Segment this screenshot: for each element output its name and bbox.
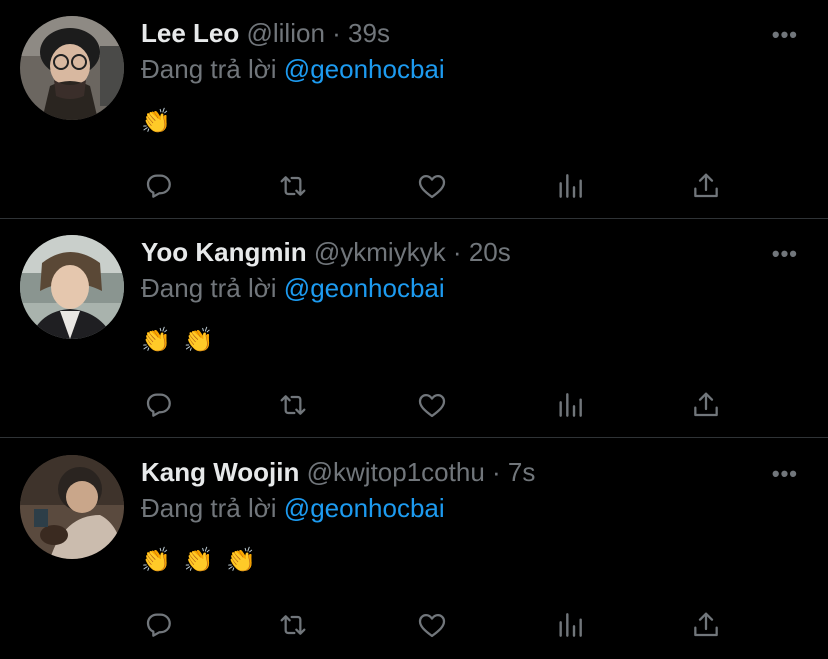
retweet-icon[interactable] xyxy=(277,170,309,202)
display-name[interactable]: Kang Woojin xyxy=(141,457,299,487)
avatar-photo xyxy=(20,455,124,559)
tweet-divider xyxy=(0,437,828,438)
tweet-text: 👏 xyxy=(141,107,177,137)
separator: · xyxy=(492,457,501,487)
replying-prefix: Đang trả lời xyxy=(141,273,277,303)
separator: · xyxy=(332,18,341,48)
timestamp[interactable]: 20s xyxy=(469,237,511,267)
clapping-hands-emoji: 👏 xyxy=(226,547,257,574)
handle[interactable]: @kwjtop1cothu xyxy=(307,457,485,487)
tweet[interactable]: Yoo Kangmin @ykmiykyk · 20s ••• Đang trả… xyxy=(0,219,828,439)
share-icon[interactable] xyxy=(690,389,722,421)
avatar-photo xyxy=(20,16,124,120)
clapping-hands-emoji: 👏 xyxy=(183,547,214,574)
avatar[interactable] xyxy=(20,235,124,339)
more-horizontal-icon[interactable]: ••• xyxy=(772,243,798,265)
tweet-header: Lee Leo @lilion · 39s xyxy=(141,17,390,49)
handle[interactable]: @lilion xyxy=(246,18,324,48)
display-name[interactable]: Yoo Kangmin xyxy=(141,237,307,267)
tweet-actions xyxy=(142,609,722,639)
display-name[interactable]: Lee Leo xyxy=(141,18,239,48)
reply-icon[interactable] xyxy=(142,389,174,421)
handle[interactable]: @ykmiykyk xyxy=(314,237,446,267)
retweet-icon[interactable] xyxy=(277,609,309,641)
heart-icon[interactable] xyxy=(416,389,448,421)
tweet[interactable]: Lee Leo @lilion · 39s ••• Đang trả lời @… xyxy=(0,0,828,220)
tweet-header: Yoo Kangmin @ykmiykyk · 20s xyxy=(141,236,511,268)
clapping-hands-emoji: 👏 xyxy=(141,547,171,574)
mention-link[interactable]: @geonhocbai xyxy=(284,493,445,523)
avatar[interactable] xyxy=(20,16,124,120)
avatar-photo xyxy=(20,235,124,339)
clapping-hands-emoji: 👏 xyxy=(183,327,214,354)
clapping-hands-emoji: 👏 xyxy=(141,327,171,354)
replying-to: Đang trả lời @geonhocbai xyxy=(141,272,445,304)
share-icon[interactable] xyxy=(690,609,722,641)
clapping-hands-emoji: 👏 xyxy=(141,108,171,135)
tweet-header: Kang Woojin @kwjtop1cothu · 7s xyxy=(141,456,535,488)
timestamp[interactable]: 39s xyxy=(348,18,390,48)
replying-prefix: Đang trả lời xyxy=(141,54,277,84)
replying-prefix: Đang trả lời xyxy=(141,493,277,523)
views-chart-icon[interactable] xyxy=(554,389,586,421)
tweet-text: 👏 👏 xyxy=(141,326,219,356)
views-chart-icon[interactable] xyxy=(554,170,586,202)
more-horizontal-icon[interactable]: ••• xyxy=(772,24,798,46)
tweet-actions xyxy=(142,389,722,419)
timestamp[interactable]: 7s xyxy=(508,457,535,487)
reply-icon[interactable] xyxy=(142,170,174,202)
more-horizontal-icon[interactable]: ••• xyxy=(772,463,798,485)
heart-icon[interactable] xyxy=(416,170,448,202)
tweet[interactable]: Kang Woojin @kwjtop1cothu · 7s ••• Đang … xyxy=(0,439,828,659)
replying-to: Đang trả lời @geonhocbai xyxy=(141,53,445,85)
separator: · xyxy=(452,237,462,267)
heart-icon[interactable] xyxy=(416,609,448,641)
share-icon[interactable] xyxy=(690,170,722,202)
tweet-actions xyxy=(142,170,722,200)
reply-icon[interactable] xyxy=(142,609,174,641)
mention-link[interactable]: @geonhocbai xyxy=(284,273,445,303)
replying-to: Đang trả lời @geonhocbai xyxy=(141,492,445,524)
views-chart-icon[interactable] xyxy=(554,609,586,641)
retweet-icon[interactable] xyxy=(277,389,309,421)
avatar[interactable] xyxy=(20,455,124,559)
mention-link[interactable]: @geonhocbai xyxy=(284,54,445,84)
tweet-text: 👏 👏 👏 xyxy=(141,546,262,576)
